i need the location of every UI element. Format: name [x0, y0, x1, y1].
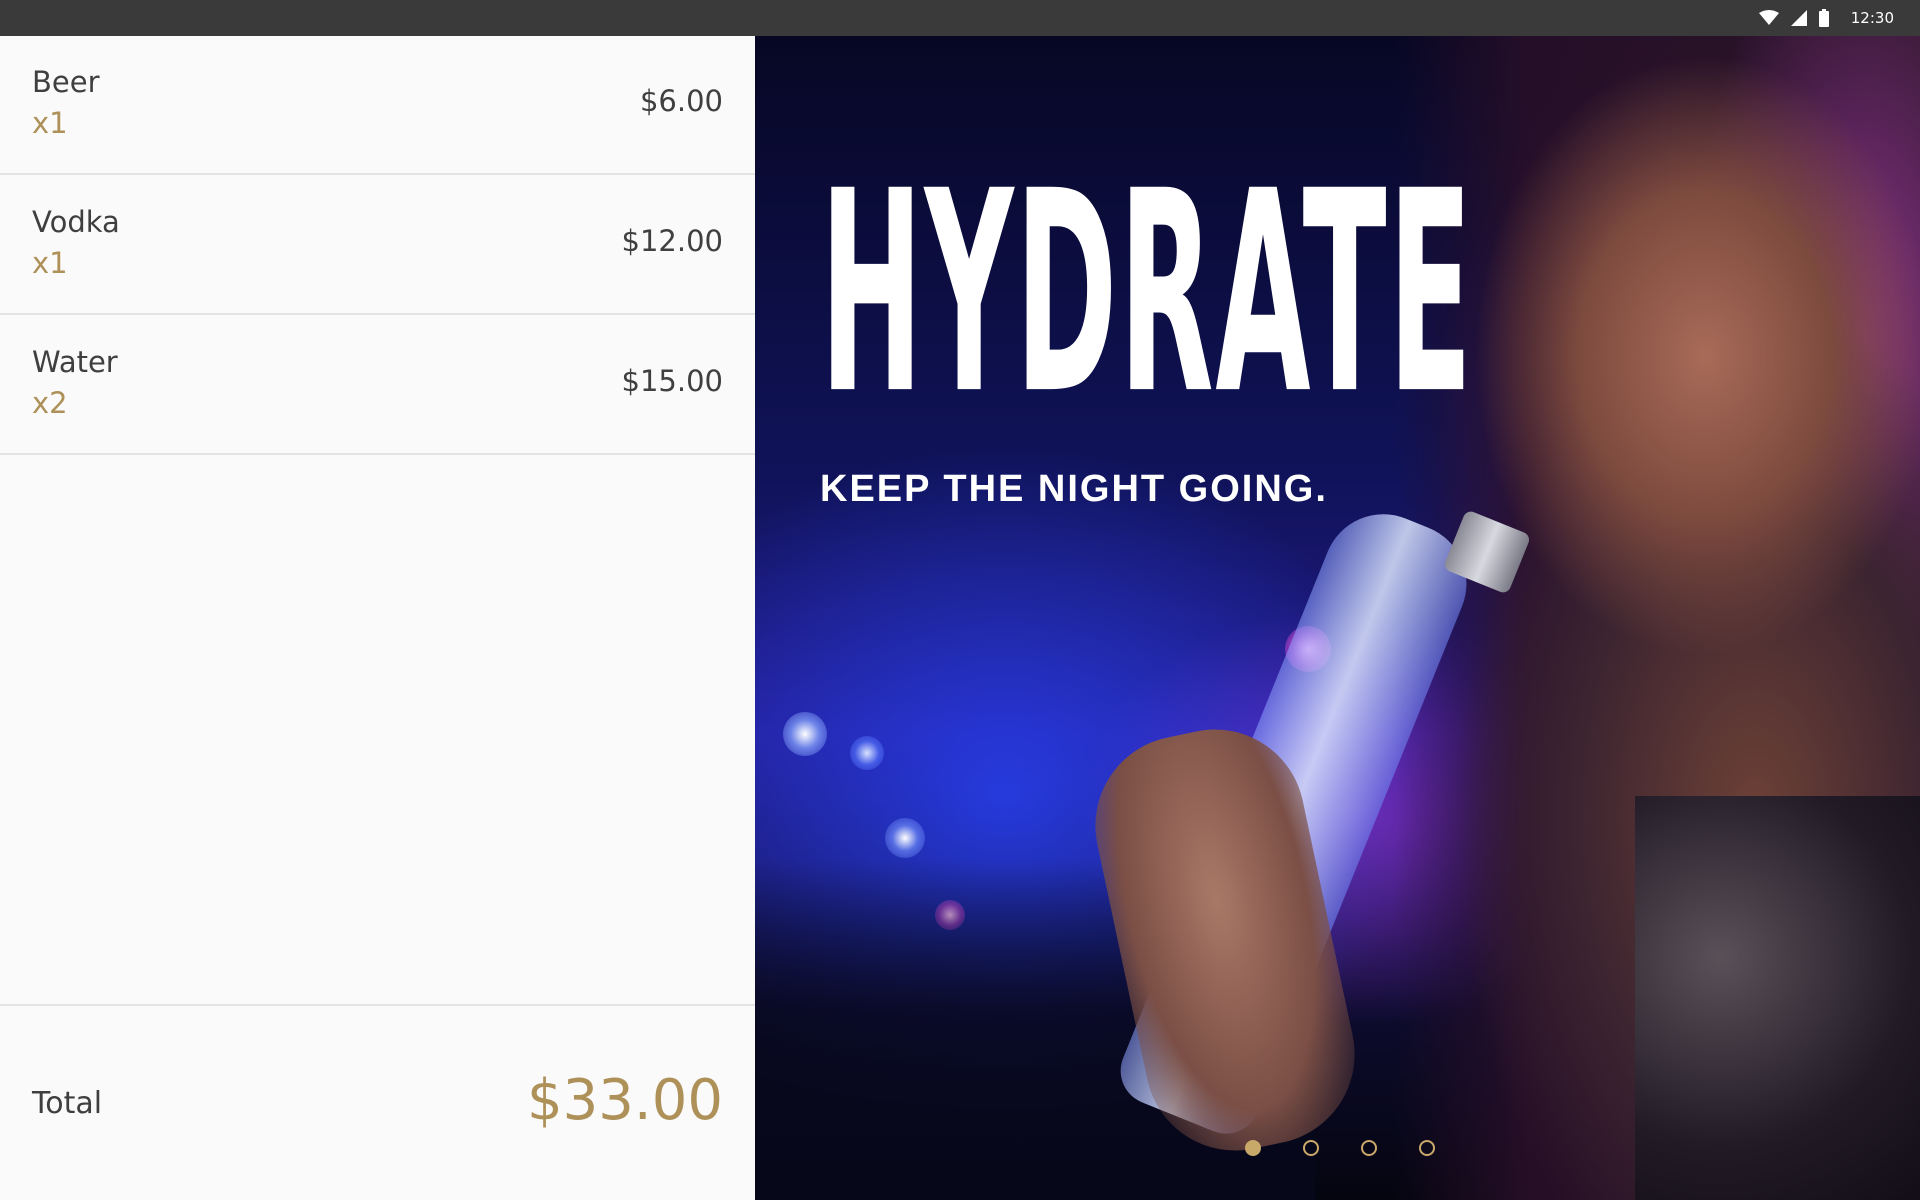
status-icons: 12:30 [1758, 0, 1894, 36]
order-item-water[interactable]: Water x2 $15.00 [0, 316, 755, 455]
order-item-beer[interactable]: Beer x1 $6.00 [0, 36, 755, 175]
item-name: Beer [32, 65, 100, 99]
order-panel: Beer x1 $6.00 Vodka x1 $12.00 Water x2 $… [0, 36, 755, 1200]
item-price: $15.00 [621, 364, 723, 398]
ad-headline: HYDRATE [820, 133, 1474, 456]
order-item-vodka[interactable]: Vodka x1 $12.00 [0, 176, 755, 315]
stage-light [885, 818, 925, 858]
item-name: Vodka [32, 205, 120, 239]
total-label: Total [32, 1086, 103, 1121]
total-section: Total $33.00 [0, 1004, 755, 1200]
carousel-dot-2[interactable] [1303, 1140, 1319, 1156]
carousel-dot-3[interactable] [1361, 1140, 1377, 1156]
wifi-icon [1758, 10, 1779, 25]
item-quantity: x1 [32, 246, 68, 280]
cell-signal-icon [1790, 10, 1807, 26]
carousel-dot-4[interactable] [1419, 1140, 1435, 1156]
carousel-dot-1[interactable] [1245, 1140, 1261, 1156]
ad-tagline: KEEP THE NIGHT GOING. [820, 468, 1328, 510]
stage-light [850, 736, 884, 770]
status-bar: 12:30 [0, 0, 1920, 36]
item-price: $12.00 [621, 224, 723, 258]
item-price: $6.00 [639, 84, 723, 118]
battery-icon [1818, 9, 1829, 27]
status-time: 12:30 [1850, 9, 1894, 27]
carousel-indicators [1245, 1140, 1435, 1156]
total-value: $33.00 [527, 1068, 723, 1133]
item-name: Water [32, 345, 118, 379]
sequin-dress [1635, 796, 1920, 1200]
item-quantity: x1 [32, 106, 68, 140]
stage-light [783, 712, 827, 756]
item-quantity: x2 [32, 386, 68, 420]
